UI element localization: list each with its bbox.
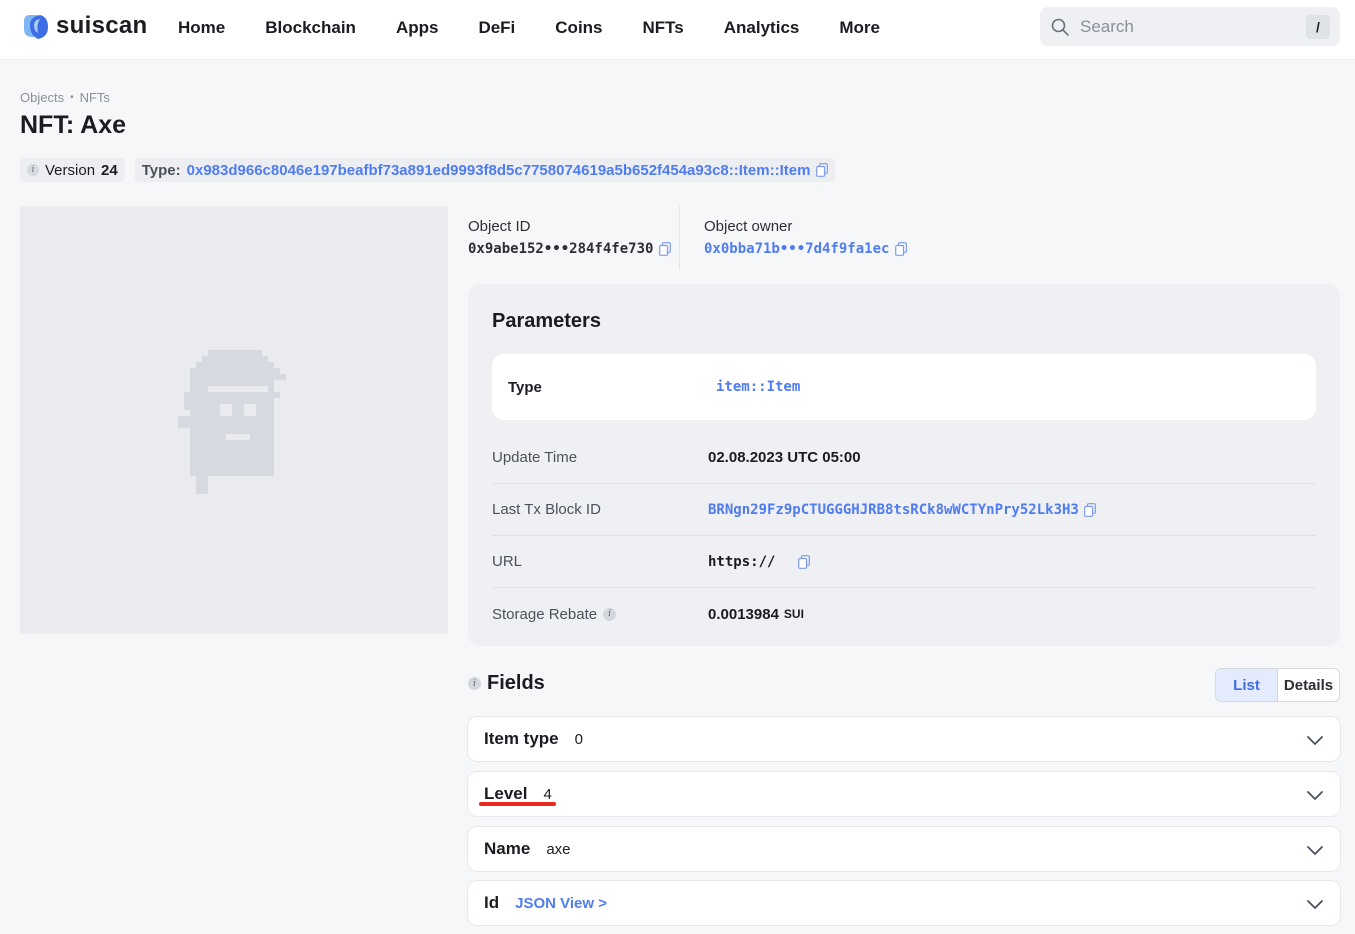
search-input[interactable]	[1080, 16, 1306, 37]
copy-icon[interactable]	[659, 242, 672, 256]
object-owner-link[interactable]: 0x0bba71b•••7d4f9fa1ec	[704, 241, 889, 257]
field-value: 0	[574, 730, 583, 748]
page-title: NFT: Axe	[20, 111, 127, 139]
type-link[interactable]: 0x983d966c8046e197beafbf73a891ed9993f8d5…	[187, 162, 811, 179]
main-nav: Home Blockchain Apps DeFi Coins NFTs Ana…	[158, 0, 900, 56]
breadcrumb-nfts[interactable]: NFTs	[80, 90, 110, 105]
parameters-title: Parameters	[492, 310, 601, 332]
nav-defi[interactable]: DeFi	[458, 18, 535, 38]
breadcrumb-separator: •	[70, 92, 74, 103]
object-id-value: 0x9abe152•••284f4fe730	[468, 241, 672, 257]
copy-icon[interactable]	[816, 163, 829, 177]
chevron-down-icon[interactable]	[1306, 731, 1324, 749]
parameters-type-key: Type	[508, 379, 542, 396]
field-value: axe	[546, 840, 571, 858]
object-owner-value: 0x0bba71b•••7d4f9fa1ec	[704, 241, 908, 257]
storage-rebate-value: 0.0013984	[708, 605, 779, 623]
copy-icon[interactable]	[798, 554, 811, 569]
param-key: URL	[492, 553, 523, 570]
logo[interactable]: suiscan	[20, 10, 147, 42]
top-navbar: suiscan Home Blockchain Apps DeFi Coins …	[0, 0, 1355, 60]
storage-rebate-unit: SUI	[783, 607, 804, 621]
search-bar[interactable]: /	[1040, 7, 1340, 46]
nav-more[interactable]: More	[819, 18, 900, 38]
object-owner-label: Object owner	[704, 218, 793, 235]
logo-text: suiscan	[56, 12, 148, 39]
fields-header: i Fields	[468, 672, 545, 695]
vertical-divider	[679, 206, 680, 270]
chevron-down-icon[interactable]	[1306, 786, 1324, 804]
copy-icon[interactable]	[895, 242, 908, 256]
object-chips: i Version 24 Type: 0x983d966c8046e197bea…	[20, 158, 836, 182]
info-icon[interactable]: i	[27, 164, 39, 176]
view-list-button[interactable]: List	[1216, 669, 1278, 701]
chevron-down-icon[interactable]	[1306, 895, 1324, 913]
search-shortcut-key: /	[1306, 14, 1330, 39]
field-key: Item type	[484, 729, 559, 748]
nav-analytics[interactable]: Analytics	[704, 18, 820, 38]
object-id-text: 0x9abe152•••284f4fe730	[468, 241, 654, 257]
chevron-down-icon[interactable]	[1306, 841, 1324, 859]
breadcrumb-objects[interactable]: Objects	[20, 90, 64, 105]
object-owner-block: Object owner 0x0bba71b•••7d4f9fa1ec	[704, 218, 908, 257]
version-label: Version	[45, 161, 96, 179]
param-row-update-time: Update Time 02.08.2023 UTC 05:00	[492, 432, 1316, 484]
nav-nfts[interactable]: NFTs	[623, 18, 704, 38]
nav-apps[interactable]: Apps	[376, 18, 459, 38]
param-key-group: Storage Rebate i	[492, 606, 708, 623]
param-key: Last Tx Block ID	[492, 501, 601, 518]
view-details-button[interactable]: Details	[1278, 669, 1339, 701]
object-id-label: Object ID	[468, 218, 531, 235]
version-value: 24	[101, 161, 118, 179]
field-row-item-type[interactable]: Item type 0	[467, 716, 1341, 762]
param-row-storage-rebate: Storage Rebate i 0.0013984 SUI	[492, 588, 1316, 640]
type-chip: Type: 0x983d966c8046e197beafbf73a891ed99…	[134, 158, 836, 182]
version-chip: i Version 24	[20, 158, 125, 182]
breadcrumb: Objects • NFTs	[20, 90, 110, 105]
param-value-group: BRNgn29Fz9pCTUGGGHJRB8tsRCk8wWCTYnPry52L…	[708, 502, 1096, 518]
copy-icon[interactable]	[1083, 502, 1096, 517]
type-label: Type:	[141, 161, 181, 179]
nav-blockchain[interactable]: Blockchain	[245, 18, 376, 38]
parameters-type-row: Type item::Item	[492, 354, 1316, 420]
last-tx-block-link[interactable]: BRNgn29Fz9pCTUGGGHJRB8tsRCk8wWCTYnPry52L…	[708, 502, 1079, 518]
nav-coins[interactable]: Coins	[535, 18, 622, 38]
url-value: https://	[708, 553, 776, 570]
field-key: Level	[484, 784, 528, 803]
highlight-underline	[479, 802, 556, 806]
fields-title: Fields	[487, 672, 545, 694]
suiscan-logo-icon	[24, 15, 48, 39]
field-row-name[interactable]: Name axe	[467, 826, 1341, 872]
info-icon[interactable]: i	[468, 677, 481, 690]
nav-home[interactable]: Home	[158, 18, 245, 38]
param-value-group: https://	[708, 553, 811, 570]
param-value: 02.08.2023 UTC 05:00	[708, 449, 861, 466]
param-row-last-tx-block: Last Tx Block ID BRNgn29Fz9pCTUGGGHJRB8t…	[492, 484, 1316, 536]
json-view-link[interactable]: JSON View >	[515, 895, 607, 912]
parameters-card: Parameters Type item::Item Update Time 0…	[468, 284, 1340, 646]
parameters-type-value[interactable]: item::Item	[716, 379, 800, 395]
field-row-level[interactable]: Level 4	[467, 771, 1341, 817]
param-key: Update Time	[492, 449, 578, 466]
fields-view-toggle: List Details	[1215, 668, 1340, 702]
param-key: Storage Rebate	[492, 605, 598, 623]
object-id-block: Object ID 0x9abe152•••284f4fe730	[468, 218, 672, 257]
param-row-url: URL https://	[492, 536, 1316, 588]
field-key: Id	[484, 893, 500, 912]
pixel-avatar-placeholder-icon	[178, 350, 286, 494]
info-icon[interactable]: i	[603, 607, 617, 621]
field-row-id[interactable]: Id JSON View >	[467, 880, 1341, 926]
field-key: Name	[484, 839, 531, 858]
search-icon	[1051, 18, 1069, 36]
field-value: 4	[543, 785, 552, 803]
param-value-group: 0.0013984 SUI	[708, 606, 804, 623]
